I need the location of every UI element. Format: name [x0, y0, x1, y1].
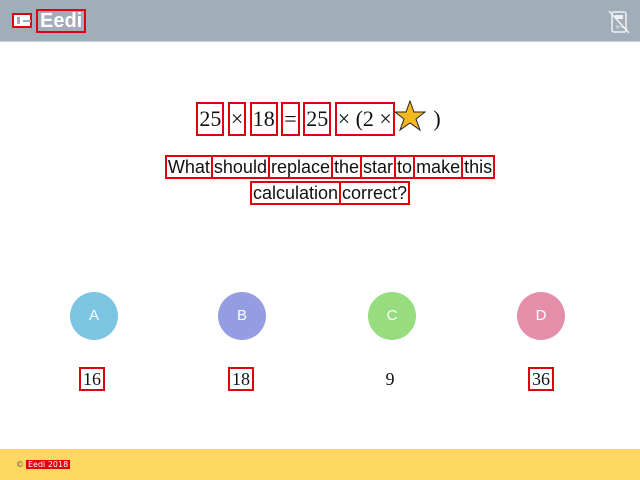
prompt-word: this: [461, 155, 496, 179]
prompt-word: should: [210, 155, 270, 179]
equation-operator: =: [281, 102, 300, 136]
copyright: © Eedi 2018: [16, 460, 71, 470]
prompt-word: What: [164, 155, 213, 179]
equation-term: 25: [303, 102, 332, 136]
footer: © Eedi 2018: [0, 449, 640, 480]
equation-operator: ×: [227, 102, 247, 136]
prompt-word: correct?: [339, 181, 411, 205]
option-b-button[interactable]: B: [218, 292, 266, 340]
option-d-answer: 36: [528, 367, 554, 391]
star-icon: [393, 100, 426, 132]
option-a-button[interactable]: A: [70, 292, 118, 340]
option-c-button[interactable]: C: [368, 292, 416, 340]
prompt-word: the: [330, 155, 363, 179]
prompt-word: star: [360, 155, 397, 179]
calculator-disabled-icon[interactable]: ×=: [608, 10, 630, 34]
eedi-logo-icon: [12, 13, 32, 28]
question-equation: 25 × 18 = 25 × (2 × ): [0, 100, 640, 136]
prompt-word: calculation: [249, 181, 342, 205]
brand-name: Eedi: [35, 9, 87, 33]
equation-term: 18: [249, 102, 278, 136]
equation-term: × (2 ×: [334, 102, 395, 136]
copyright-text: Eedi 2018: [26, 460, 71, 469]
option-c-answer: 9: [385, 369, 395, 389]
header: Eedi ×=: [0, 0, 640, 42]
copyright-symbol: ©: [16, 460, 24, 469]
question-prompt: What should replace the star to make this calcu…: [140, 154, 520, 206]
prompt-word: replace: [267, 155, 334, 179]
option-d-button[interactable]: D: [517, 292, 565, 340]
prompt-word: to: [394, 155, 416, 179]
prompt-word: make: [413, 155, 464, 179]
option-b-answer: 18: [228, 367, 254, 391]
equation-term: ): [433, 106, 441, 131]
equation-term: 25: [196, 102, 225, 136]
option-a-answer: 16: [79, 367, 105, 391]
